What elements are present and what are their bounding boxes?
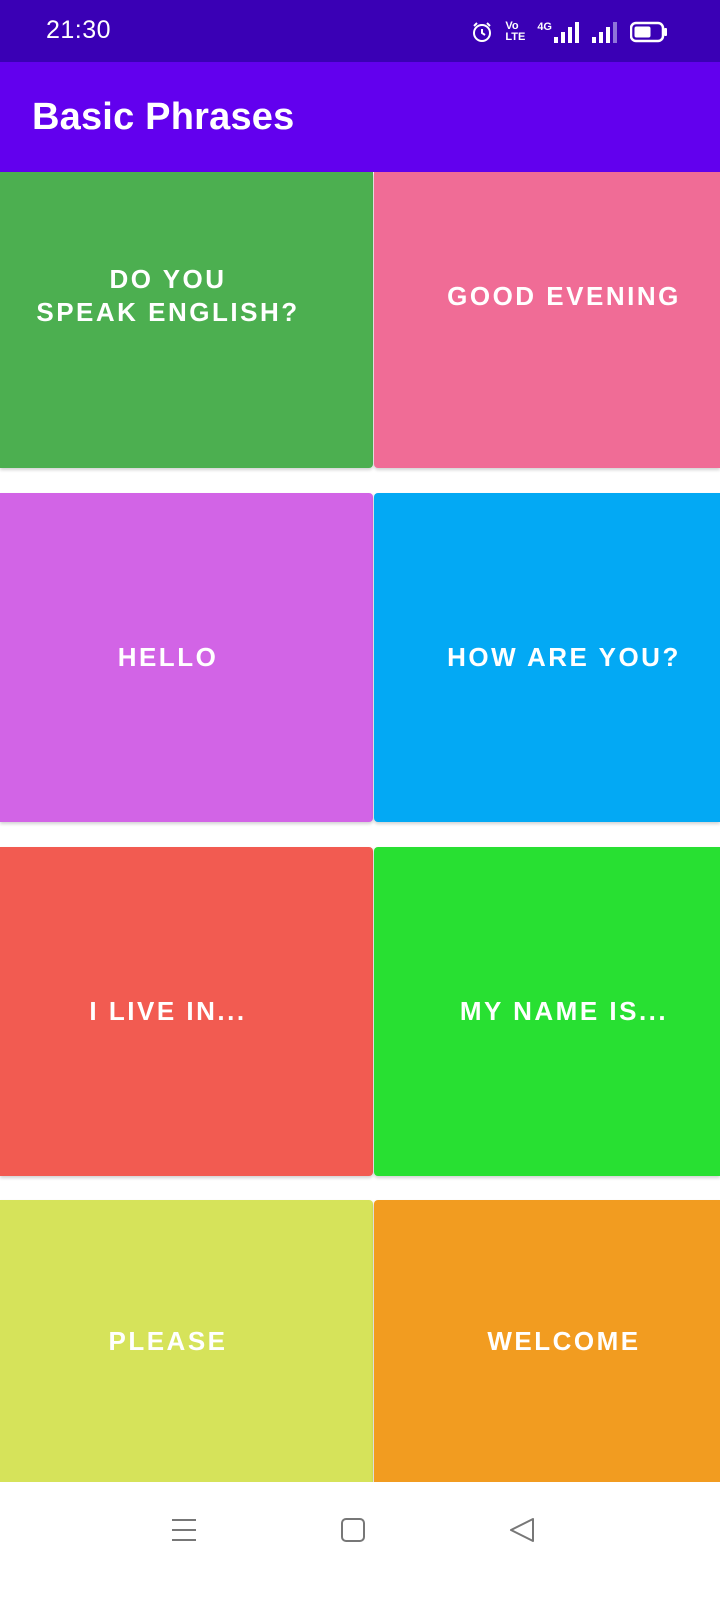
navigation-bar (0, 1482, 720, 1600)
signal-icon (592, 21, 618, 43)
back-button[interactable] (500, 1508, 544, 1552)
phrase-label: WELCOME (487, 1325, 641, 1356)
home-button[interactable] (331, 1508, 375, 1552)
phrase-tile[interactable]: PLEASE (0, 1200, 373, 1482)
menu-icon (172, 1519, 196, 1541)
phrase-label: PLEASE (108, 1325, 228, 1356)
phrase-tile[interactable]: WELCOME (374, 1200, 720, 1482)
phrase-tile[interactable]: MY NAME IS... (374, 847, 720, 1176)
phrase-label: MY NAME IS... (459, 996, 669, 1026)
status-icons: Vo LTE 4G (471, 18, 668, 46)
menu-button[interactable] (162, 1508, 206, 1552)
status-time: 21:30 (46, 16, 112, 44)
phrase-label: I LIVE IN... (89, 996, 247, 1026)
app-bar: Basic Phrases (0, 62, 720, 172)
phrase-label: HOW ARE YOU? (447, 642, 681, 672)
back-icon (510, 1518, 534, 1542)
volte-icon: Vo LTE (505, 21, 525, 43)
phrase-tile[interactable]: GOOD EVENING (374, 172, 720, 468)
4g-signal-icon: 4G (537, 21, 580, 43)
status-bar: 21:30 Vo LTE 4G (0, 0, 720, 62)
phrase-tile[interactable]: I LIVE IN... (0, 847, 373, 1176)
phrase-tile[interactable]: HOW ARE YOU? (374, 493, 720, 822)
phrase-tile[interactable]: HELLO (0, 493, 373, 822)
phrase-label: HELLO (117, 642, 219, 672)
page-title: Basic Phrases (32, 96, 295, 138)
home-icon (341, 1518, 365, 1542)
phrase-label: GOOD EVENING (447, 280, 681, 311)
volte-label-bottom: LTE (505, 31, 526, 43)
battery-icon (630, 21, 668, 43)
phrase-tile[interactable]: DO YOU SPEAK ENGLISH? (0, 172, 373, 468)
alarm-icon (471, 21, 493, 43)
phrase-label: DO YOU SPEAK ENGLISH? (36, 264, 300, 327)
network-label: 4G (537, 21, 552, 33)
